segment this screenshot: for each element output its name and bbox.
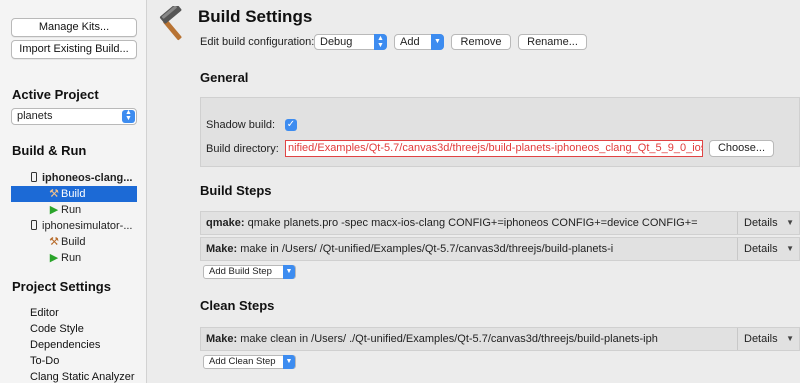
- main-panel: Build Settings Edit build configuration:…: [148, 0, 800, 383]
- general-panel: Shadow build: ✓ Build directory: nified/…: [200, 97, 800, 167]
- manage-kits-button[interactable]: Manage Kits...: [11, 18, 137, 37]
- kit-name: iphoneos-clang...: [42, 172, 133, 184]
- add-config-label: Add: [400, 36, 420, 48]
- select-arrows-icon: ▲ ▼: [374, 34, 387, 50]
- details-label: Details: [744, 217, 778, 229]
- rename-config-button[interactable]: Rename...: [518, 34, 587, 50]
- kit-iphonesimulator-run-item[interactable]: ▶ Run: [11, 250, 137, 266]
- details-button[interactable]: Details ▼: [737, 238, 799, 260]
- build-directory-label: Build directory:: [206, 143, 279, 155]
- details-label: Details: [744, 333, 778, 345]
- project-settings-item-todo[interactable]: To-Do: [30, 355, 59, 367]
- device-icon: [31, 220, 37, 230]
- remove-config-button[interactable]: Remove: [451, 34, 511, 50]
- hammer-icon: ⚒: [49, 236, 59, 248]
- chevron-down-icon: ▼: [431, 34, 444, 50]
- shadow-build-checkbox[interactable]: ✓: [285, 119, 297, 131]
- step-name: qmake:: [206, 217, 245, 229]
- run-label: Run: [61, 252, 82, 264]
- add-clean-step-label: Add Clean Step: [209, 356, 276, 367]
- run-label: Run: [61, 204, 82, 216]
- kit-item-iphoneos[interactable]: iphoneos-clang...: [11, 170, 137, 186]
- add-config-button[interactable]: Add ▼: [394, 34, 444, 50]
- disclosure-triangle-icon: ▼: [786, 218, 794, 227]
- details-label: Details: [744, 243, 778, 255]
- clean-step-make: Make: make clean in /Users/ ./Qt-unified…: [200, 327, 800, 351]
- build-config-select[interactable]: Debug ▲ ▼: [314, 34, 387, 50]
- active-project-select[interactable]: planets ▲ ▼: [11, 108, 137, 125]
- shadow-build-label: Shadow build:: [206, 119, 276, 131]
- clean-step-text: Make: make clean in /Users/ ./Qt-unified…: [206, 328, 734, 350]
- hammer-icon: [159, 6, 182, 41]
- add-clean-step-button[interactable]: Add Clean Step ▼: [203, 355, 296, 369]
- details-button[interactable]: Details ▼: [737, 328, 799, 350]
- select-arrows-icon: ▲ ▼: [122, 109, 135, 123]
- play-icon: ▶: [49, 204, 59, 216]
- import-existing-build-button[interactable]: Import Existing Build...: [11, 40, 137, 59]
- active-project-heading: Active Project: [12, 87, 99, 102]
- project-settings-item-dependencies[interactable]: Dependencies: [30, 339, 100, 351]
- kit-iphoneos-build-item[interactable]: ⚒ Build: [11, 186, 137, 202]
- device-icon: [31, 172, 37, 182]
- chevron-down-icon: ▼: [283, 265, 295, 279]
- build-label: Build: [61, 188, 86, 200]
- hammer-icon: ⚒: [49, 188, 59, 200]
- step-name: Make:: [206, 333, 238, 345]
- sidebar: Manage Kits... Import Existing Build... …: [0, 0, 147, 383]
- step-command: qmake planets.pro -spec macx-ios-clang C…: [247, 217, 698, 229]
- kit-item-iphonesimulator[interactable]: iphonesimulator-...: [11, 218, 137, 234]
- project-settings-heading: Project Settings: [12, 279, 111, 294]
- choose-directory-button[interactable]: Choose...: [709, 140, 774, 157]
- page-title: Build Settings: [198, 7, 313, 26]
- build-step-qmake: qmake: qmake planets.pro -spec macx-ios-…: [200, 211, 800, 235]
- active-project-value: planets: [17, 110, 53, 122]
- project-settings-item-code-style[interactable]: Code Style: [30, 323, 84, 335]
- details-button[interactable]: Details ▼: [737, 212, 799, 234]
- add-build-step-label: Add Build Step: [209, 266, 272, 277]
- step-command: make clean in /Users/ ./Qt-unified/Examp…: [240, 333, 658, 345]
- project-settings-item-clang-analyzer[interactable]: Clang Static Analyzer: [30, 371, 135, 383]
- project-settings-item-editor[interactable]: Editor: [30, 307, 59, 319]
- build-config-label: Edit build configuration:: [200, 36, 315, 48]
- add-build-step-button[interactable]: Add Build Step ▼: [203, 265, 296, 279]
- build-step-text: Make: make in /Users/ /Qt-unified/Exampl…: [206, 238, 734, 260]
- checkmark-icon: ✓: [286, 119, 296, 130]
- build-run-heading: Build & Run: [12, 143, 87, 158]
- build-steps-heading: Build Steps: [200, 183, 272, 198]
- chevron-down-icon: ▼: [283, 355, 295, 369]
- build-directory-input[interactable]: nified/Examples/Qt-5.7/canvas3d/threejs/…: [285, 140, 703, 157]
- build-step-make: Make: make in /Users/ /Qt-unified/Exampl…: [200, 237, 800, 261]
- step-command: make in /Users/ /Qt-unified/Examples/Qt-…: [240, 243, 614, 255]
- build-label: Build: [61, 236, 86, 248]
- general-heading: General: [200, 70, 249, 85]
- disclosure-triangle-icon: ▼: [786, 334, 794, 343]
- kit-iphonesimulator-build-item[interactable]: ⚒ Build: [11, 234, 137, 250]
- build-step-text: qmake: qmake planets.pro -spec macx-ios-…: [206, 212, 734, 234]
- clean-steps-heading: Clean Steps: [200, 298, 275, 313]
- kit-iphoneos-run-item[interactable]: ▶ Run: [11, 202, 137, 218]
- build-config-value: Debug: [320, 36, 353, 48]
- disclosure-triangle-icon: ▼: [786, 244, 794, 253]
- step-name: Make:: [206, 243, 238, 255]
- play-icon: ▶: [49, 252, 59, 264]
- kit-name: iphonesimulator-...: [42, 220, 133, 232]
